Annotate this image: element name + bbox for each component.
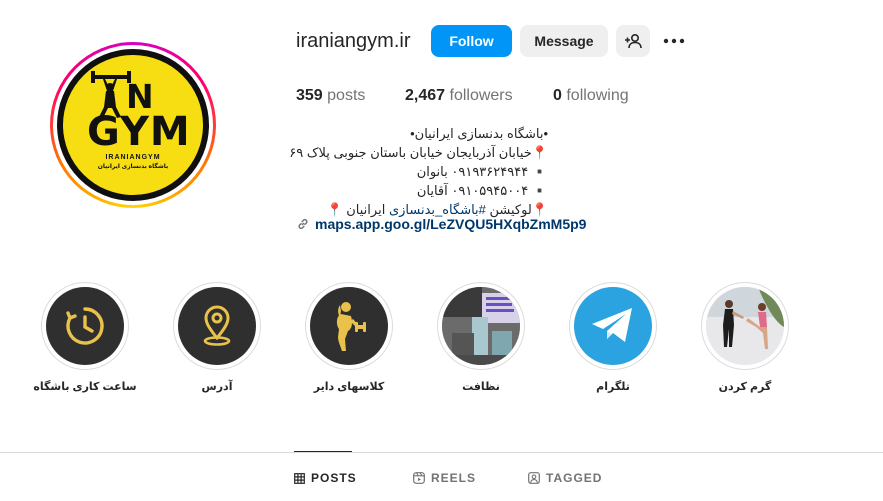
highlight-ring <box>569 282 657 370</box>
warmup-photo-art <box>706 287 784 365</box>
profile-avatar[interactable]: N GYM IRANIANGYM باشگاه بدنسازی ایرانیان <box>50 42 216 208</box>
telegram-icon <box>592 308 632 342</box>
highlight-cleaning[interactable]: نظافت <box>437 282 525 393</box>
highlight-classes[interactable]: کلاسهای دایر <box>305 282 393 393</box>
add-person-icon <box>625 33 642 49</box>
gym-equipment-photo <box>442 287 520 365</box>
tab-tagged-label: TAGGED <box>546 471 603 485</box>
following-count: 0 <box>553 87 562 104</box>
highlight-label: ساعت کاری باشگاه <box>33 381 137 393</box>
link-chain-icon <box>298 219 308 229</box>
gym-equipment-photo-art <box>442 287 520 365</box>
profile-bio: •باشگاه بدنسازی ایرانیان• 📍خیابان آذربای… <box>289 124 548 219</box>
bio-location-suffix: ایرانیان 📍 <box>326 202 389 217</box>
bio-location-prefix: 📍لوکیشن <box>485 202 548 217</box>
posts-count: 359 <box>296 87 323 104</box>
tab-reels-label: REELS <box>431 471 477 485</box>
bio-line-men-phone: ▪️ ۰۹۱۰۵۹۴۵۰۰۴ آقایان <box>416 183 548 198</box>
active-tab-indicator <box>294 451 352 452</box>
followers-stat[interactable]: 2,467 followers <box>405 87 513 105</box>
followers-count: 2,467 <box>405 87 446 104</box>
logo-subtitle-fa: باشگاه بدنسازی ایرانیان <box>97 164 169 170</box>
following-label: following <box>566 87 629 104</box>
tab-reels[interactable]: REELS <box>413 471 476 485</box>
highlight-warmup[interactable]: گرم کردن <box>701 282 789 393</box>
tab-posts[interactable]: POSTS <box>294 471 357 485</box>
bio-link-text: maps.app.goo.gl/LeZVQU5HXqbZmM5p9 <box>315 216 587 232</box>
highlight-cover <box>574 287 652 365</box>
highlight-label: تلگرام <box>596 381 630 393</box>
avatar-image: N GYM IRANIANGYM باشگاه بدنسازی ایرانیان <box>57 49 209 201</box>
more-dots-icon <box>663 38 685 44</box>
tagged-icon <box>528 472 540 484</box>
highlight-ring <box>41 282 129 370</box>
follow-button[interactable]: Follow <box>431 25 512 57</box>
highlight-ring <box>701 282 789 370</box>
highlight-cover <box>46 287 124 365</box>
bio-line-women-phone: ▪️ ۰۹۱۹۳۶۲۴۹۴۴ بانوان <box>416 164 548 179</box>
highlight-working-hours[interactable]: ساعت کاری باشگاه <box>33 282 137 393</box>
highlight-label: آدرس <box>201 381 233 393</box>
highlight-label: گرم کردن <box>718 381 772 393</box>
highlight-ring <box>305 282 393 370</box>
suggest-accounts-button[interactable] <box>616 25 650 57</box>
highlight-label: نظافت <box>462 381 500 393</box>
tab-tagged[interactable]: TAGGED <box>528 471 602 485</box>
logo-gym-text: GYM <box>87 109 191 155</box>
bio-external-link[interactable]: maps.app.goo.gl/LeZVQU5HXqbZmM5p9 <box>297 216 586 232</box>
bio-hashtag-link[interactable]: #باشگاه_بدنسازی <box>389 202 486 217</box>
avatar-logo: N GYM IRANIANGYM باشگاه بدنسازی ایرانیان <box>63 55 203 195</box>
location-pin-icon <box>203 305 231 346</box>
bio-line-address: 📍خیابان آذربایجان خیابان باستان جنوبی پل… <box>289 145 548 160</box>
fitness-woman-icon <box>336 302 366 351</box>
tabs-divider <box>0 452 883 453</box>
reels-icon <box>413 472 425 484</box>
message-button[interactable]: Message <box>520 25 608 57</box>
highlight-telegram[interactable]: تلگرام <box>569 282 657 393</box>
logo-subtitle: IRANIANGYM <box>105 154 161 161</box>
highlight-address[interactable]: آدرس <box>173 282 261 393</box>
highlight-ring <box>437 282 525 370</box>
highlight-cover <box>178 287 256 365</box>
grid-icon <box>294 472 305 484</box>
posts-stat: 359 posts <box>296 87 365 105</box>
posts-label: posts <box>327 87 366 104</box>
highlight-cover <box>310 287 388 365</box>
clock-icon <box>66 307 104 345</box>
highlight-label: کلاسهای دایر <box>313 381 385 393</box>
profile-username: iraniangym.ir <box>296 30 411 52</box>
following-stat[interactable]: 0 following <box>553 87 629 105</box>
warmup-photo <box>706 287 784 365</box>
highlight-ring <box>173 282 261 370</box>
tab-posts-label: POSTS <box>311 471 357 485</box>
bio-line-title: •باشگاه بدنسازی ایرانیان• <box>410 126 548 141</box>
more-options-button[interactable] <box>662 31 688 51</box>
followers-label: followers <box>449 87 513 104</box>
